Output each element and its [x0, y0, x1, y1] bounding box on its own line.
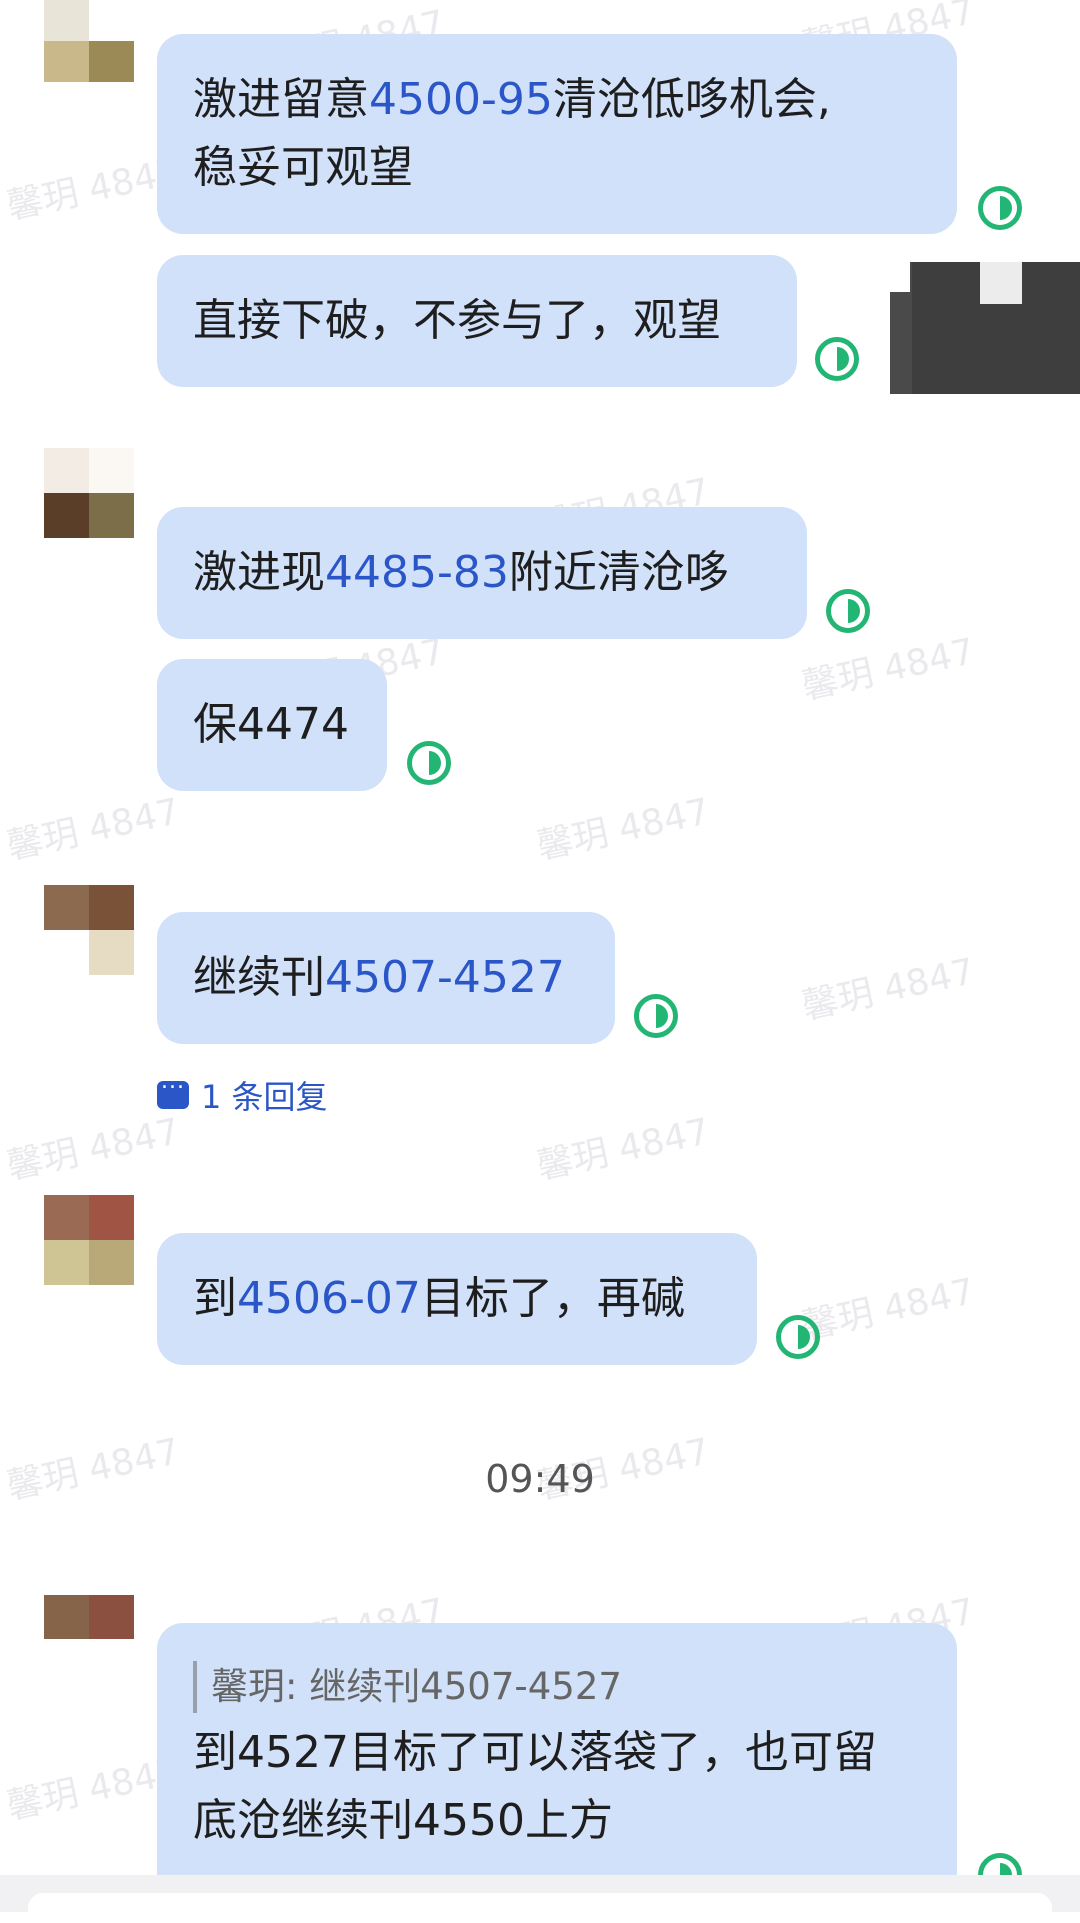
number-link[interactable]: 4506-07 [237, 1273, 421, 1324]
comment-icon [157, 1069, 189, 1109]
message-text: 直接下破，不参与了，观望 [193, 295, 721, 346]
number-link[interactable]: 4485-83 [325, 547, 509, 598]
number-link[interactable]: 4507-4527 [325, 952, 565, 1003]
watermark: 馨玥 4847 [798, 631, 979, 708]
watermark: 馨玥 4847 [533, 1111, 714, 1188]
message-text: 保4474 [193, 699, 349, 750]
timestamp: 09:49 [485, 1457, 595, 1501]
watermark: 馨玥 4847 [798, 1271, 979, 1348]
avatar[interactable] [44, 885, 134, 975]
input-bar [0, 1875, 1080, 1923]
message-text: 激进现4485-83附近清沧哆 [193, 547, 729, 598]
message-text: 激进留意4500-95清沧低哆机会, [193, 74, 831, 125]
message-text: 到4527目标了可以落袋了，也可留 [193, 1727, 877, 1778]
message-text: 到4506-07目标了，再碱 [193, 1273, 685, 1324]
avatar[interactable] [44, 448, 134, 538]
message-bubble[interactable]: 激进留意4500-95清沧低哆机会, 稳妥可观望 [157, 34, 957, 234]
watermark: 馨玥 4847 [798, 951, 979, 1028]
message-bubble[interactable]: 继续刊4507-4527 [157, 912, 615, 1044]
number-link[interactable]: 4500-95 [369, 74, 553, 125]
avatar[interactable] [44, 1195, 134, 1285]
read-receipt-icon [776, 1315, 820, 1359]
read-receipt-icon [826, 589, 870, 633]
message-bubble[interactable]: 直接下破，不参与了，观望 [157, 255, 797, 387]
avatar[interactable] [44, 0, 134, 82]
read-receipt-icon [634, 994, 678, 1038]
quoted-message[interactable]: 馨玥: 继续刊4507-4527 [193, 1661, 921, 1713]
watermark: 馨玥 4847 [3, 791, 184, 868]
message-text: 继续刊4507-4527 [193, 952, 565, 1003]
message-bubble[interactable]: 激进现4485-83附近清沧哆 [157, 507, 807, 639]
message-bubble[interactable]: 到4506-07目标了，再碱 [157, 1233, 757, 1365]
reply-count-link[interactable]: 1 条回复 [157, 1069, 328, 1118]
message-text: 底沧继续刊4550上方 [193, 1795, 613, 1846]
read-receipt-icon [815, 337, 859, 381]
redaction-block [980, 262, 1022, 304]
message-input[interactable] [28, 1893, 1052, 1923]
redaction-block [890, 262, 910, 292]
avatar[interactable] [44, 1595, 134, 1639]
reply-count-label: 1 条回复 [201, 1078, 328, 1116]
read-receipt-icon [407, 741, 451, 785]
message-text: 稳妥可观望 [193, 142, 413, 193]
read-receipt-icon [978, 186, 1022, 230]
message-bubble[interactable]: 馨玥: 继续刊4507-4527 到4527目标了可以落袋了，也可留 底沧继续刊… [157, 1623, 957, 1893]
watermark: 馨玥 4847 [533, 791, 714, 868]
message-bubble[interactable]: 保4474 [157, 659, 387, 791]
